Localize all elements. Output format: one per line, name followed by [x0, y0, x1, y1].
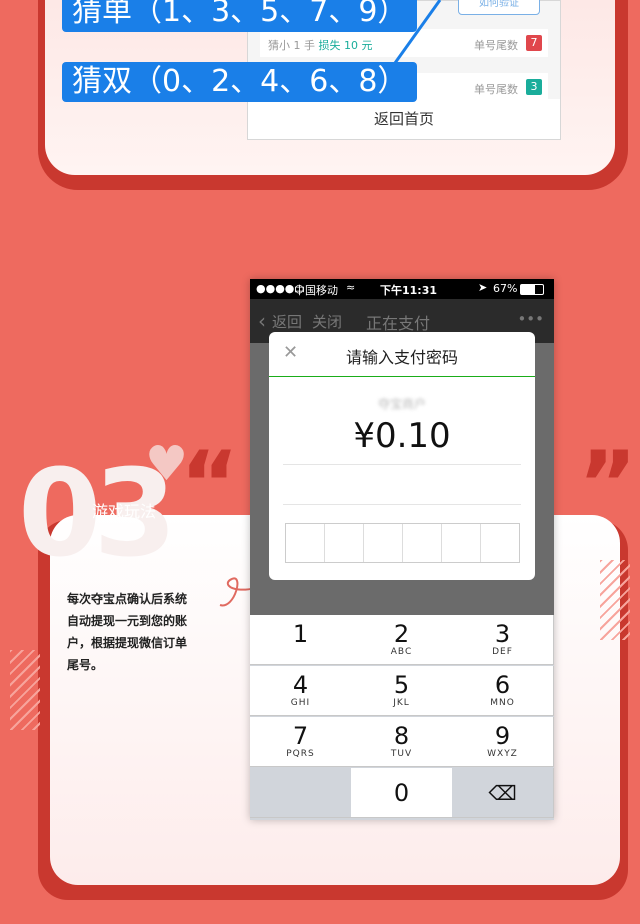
key-6[interactable]: 6 MNO	[452, 666, 554, 716]
password-digit-cell[interactable]	[403, 524, 442, 562]
wifi-icon: ≈	[346, 281, 356, 294]
result-row-tail-label: 单号尾数	[474, 39, 518, 52]
battery-percent: 67%	[493, 282, 518, 295]
result-row-tail-label: 单号尾数	[474, 83, 518, 96]
tail-number-badge: 7	[526, 35, 542, 51]
key-0[interactable]: 0	[351, 768, 453, 818]
key-4[interactable]: 4 GHI	[250, 666, 352, 716]
payment-password-dialog: ✕ 请输入支付密码 夺宝商户 ¥0.10	[269, 332, 535, 580]
backspace-icon[interactable]: ⌫	[452, 768, 554, 818]
stripe-decoration	[600, 560, 630, 640]
more-icon[interactable]: •••	[517, 310, 544, 328]
back-home-button[interactable]: 返回首页	[248, 99, 560, 139]
payment-amount: ¥0.10	[353, 416, 451, 456]
password-digit-cell[interactable]	[364, 524, 403, 562]
password-digit-cell[interactable]	[286, 524, 325, 562]
password-digit-cell[interactable]	[481, 524, 519, 562]
battery-icon	[520, 284, 544, 295]
gameplay-description: 每次夺宝点确认后系统自动提现一元到您的账户，根据提现微信订单尾号。	[67, 592, 188, 672]
key-5[interactable]: 5 JKL	[351, 666, 453, 716]
section-label: 游戏玩法	[92, 502, 157, 521]
close-page-button[interactable]: 关闭	[312, 311, 342, 332]
key-blank	[250, 768, 352, 818]
result-row-label: 猜小 1 手	[268, 39, 319, 52]
password-digit-cell[interactable]	[325, 524, 364, 562]
numeric-keypad: 1 2 ABC 3 DEF 4 GHI 5 JKL 6 MNO 7 PQRS 8 TUV 9W…	[250, 615, 554, 820]
key-8[interactable]: 8 TUV	[351, 717, 453, 767]
title-divider	[269, 376, 535, 377]
payment-screen: ●●●●○ 中国移动 ≈ 下午11:31 ➤ 67% ‹ 返回 关闭 正在支付 …	[250, 279, 554, 820]
guess-even-pill: 猜双（0、2、4、6、8）	[62, 62, 418, 102]
how-to-verify-button[interactable]: 如何验证	[458, 0, 540, 15]
stripe-decoration	[10, 650, 40, 730]
quote-open-icon: “	[180, 432, 240, 537]
quote-close-icon: ”	[578, 432, 638, 537]
chevron-left-icon[interactable]: ‹	[258, 309, 266, 333]
merchant-name: 夺宝商户	[377, 397, 426, 411]
divider	[283, 504, 521, 505]
back-button[interactable]: 返回	[272, 311, 302, 332]
guess-odd-pill: 猜单（1、3、5、7、9）	[62, 0, 418, 32]
page-title: 正在支付	[366, 314, 431, 333]
key-2[interactable]: 2 ABC	[351, 615, 453, 665]
dialog-title: 请输入支付密码	[345, 348, 458, 367]
divider	[283, 464, 521, 465]
key-7[interactable]: 7 PQRS	[250, 717, 352, 767]
key-1[interactable]: 1	[250, 615, 352, 665]
clock: 下午11:31	[380, 284, 438, 297]
password-input[interactable]	[285, 523, 520, 563]
location-icon: ➤	[478, 281, 488, 294]
password-digit-cell[interactable]	[442, 524, 481, 562]
status-bar: ●●●●○ 中国移动 ≈ 下午11:31 ➤ 67%	[250, 279, 554, 299]
key-3[interactable]: 3 DEF	[452, 615, 554, 665]
result-row-loss: 损失 10 元	[318, 39, 373, 52]
key-9[interactable]: 9 WXYZ	[452, 717, 554, 767]
tail-number-badge: 3	[526, 79, 542, 95]
carrier-name: 中国移动	[294, 284, 338, 297]
